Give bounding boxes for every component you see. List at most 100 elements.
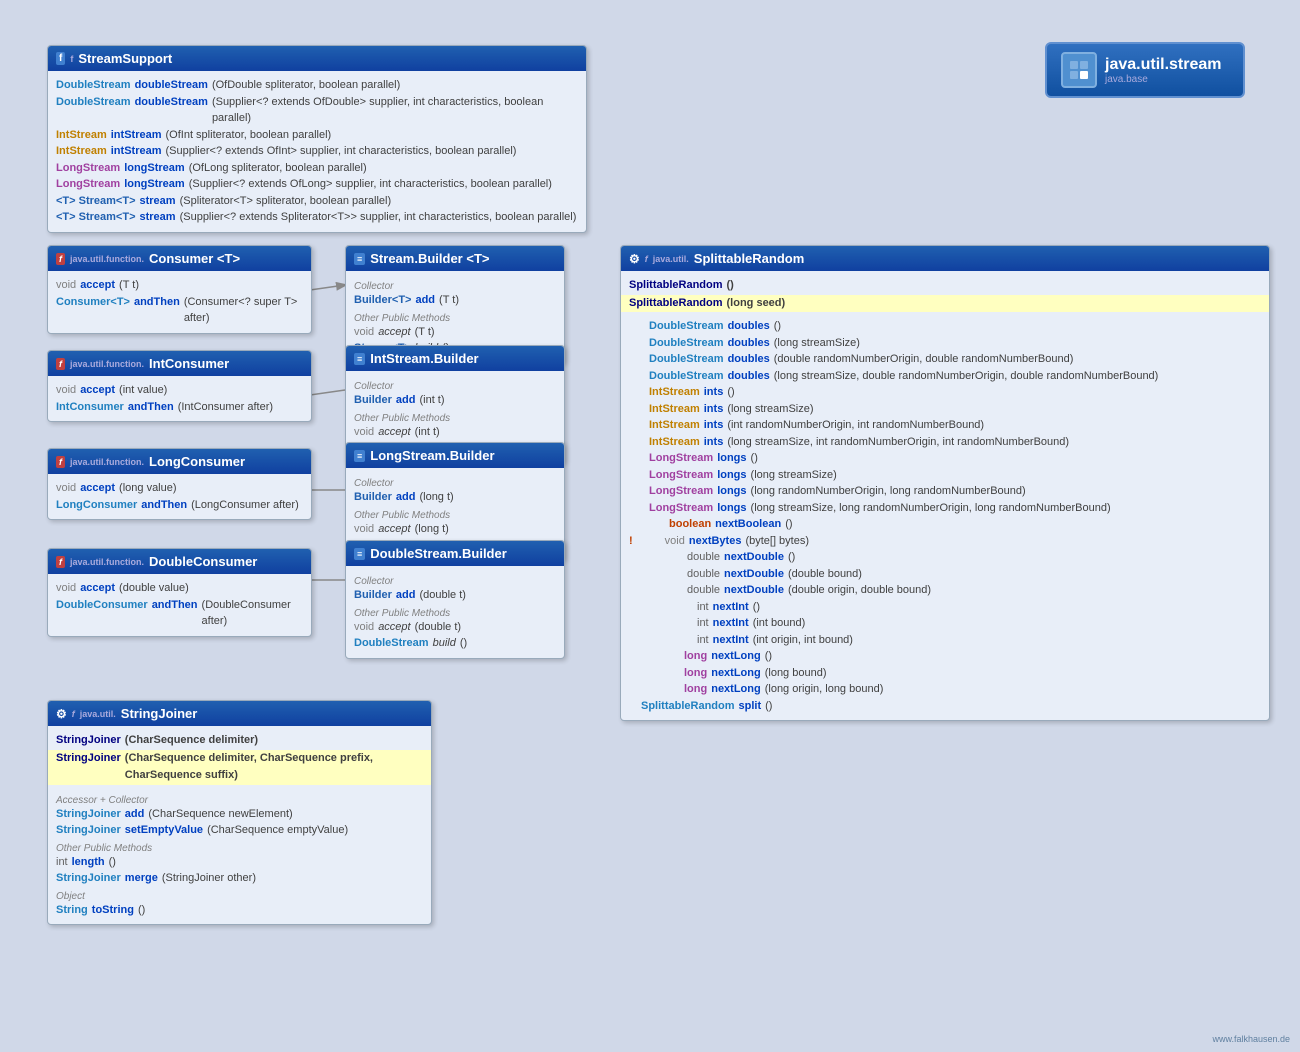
stream-badge-icon <box>1061 52 1097 88</box>
long-stream-builder-header: ≡ LongStream.Builder <box>346 443 564 468</box>
string-joiner-card: ⚙ f java.util. StringJoiner StringJoiner … <box>47 700 432 925</box>
splittable-random-body: SplittableRandom () SplittableRandom (lo… <box>621 271 1269 720</box>
method-row: Builder add (double t) <box>354 587 556 604</box>
method-row: Builder add (long t) <box>354 489 556 506</box>
method-row: int nextInt () <box>629 599 1261 616</box>
section-label-other: Other Public Methods <box>354 510 556 521</box>
method-row: int length () <box>56 854 423 871</box>
method-row: void accept (long t) <box>354 521 556 538</box>
constructor-row: StringJoiner (CharSequence delimiter) <box>56 732 423 750</box>
method-row: IntStream ints (long streamSize) <box>629 401 1261 418</box>
int-consumer-icon: f <box>56 358 65 370</box>
method-row: void accept (int value) <box>56 382 303 399</box>
stream-support-superscript: f <box>70 54 73 64</box>
int-consumer-header: f java.util.function. IntConsumer <box>48 351 311 376</box>
section-label-other: Other Public Methods <box>354 313 556 324</box>
method-row: void accept (double value) <box>56 580 303 597</box>
double-stream-builder-title: DoubleStream.Builder <box>370 546 507 561</box>
method-row: String toString () <box>56 902 423 919</box>
stream-badge: java.util.stream java.base <box>1045 42 1245 98</box>
stream-builder-icon: ≡ <box>354 253 365 265</box>
int-consumer-package: java.util.function. <box>70 359 144 369</box>
int-consumer-title: IntConsumer <box>149 356 229 371</box>
string-joiner-package: java.util. <box>80 709 116 719</box>
constructor-row: SplittableRandom () <box>629 277 1261 295</box>
int-stream-builder-icon: ≡ <box>354 353 365 365</box>
splittable-random-card: ⚙ f java.util.SplittableRandom Splittabl… <box>620 245 1270 721</box>
method-row: IntStream ints () <box>629 384 1261 401</box>
method-row: DoubleStream doubleStream (Supplier<? ex… <box>56 94 578 127</box>
method-row: <T> Stream<T> stream (Spliterator<T> spl… <box>56 193 578 210</box>
consumer-title: Consumer <T> <box>149 251 240 266</box>
method-row: StringJoiner setEmptyValue (CharSequence… <box>56 822 423 839</box>
string-joiner-gear-icon: ⚙ <box>56 707 67 721</box>
method-row: long nextLong () <box>629 648 1261 665</box>
long-consumer-card: f java.util.function. LongConsumer void a… <box>47 448 312 520</box>
method-row: Builder add (int t) <box>354 392 556 409</box>
method-row: void accept (int t) <box>354 424 556 441</box>
method-row: void accept (long value) <box>56 480 303 497</box>
long-consumer-package: java.util.function. <box>70 457 144 467</box>
int-consumer-body: void accept (int value) IntConsumer andT… <box>48 376 311 421</box>
method-row: LongStream longs (long randomNumberOrigi… <box>629 483 1261 500</box>
method-row: boolean nextBoolean () <box>629 516 1261 533</box>
method-row: void accept (double t) <box>354 619 556 636</box>
method-row: DoubleStream doubles (long streamSize, d… <box>629 368 1261 385</box>
int-stream-builder-title: IntStream.Builder <box>370 351 478 366</box>
method-row: int nextInt (int origin, int bound) <box>629 632 1261 649</box>
long-consumer-icon: f <box>56 456 65 468</box>
double-consumer-card: f java.util.function.DoubleConsumer void… <box>47 548 312 637</box>
stream-support-icon: f <box>56 52 65 65</box>
int-consumer-card: f java.util.function. IntConsumer void ac… <box>47 350 312 422</box>
stream-support-header: f f StreamSupport <box>48 46 586 71</box>
constructor-row-highlighted: SplittableRandom (long seed) <box>621 295 1269 313</box>
double-consumer-title: DoubleConsumer <box>149 554 257 569</box>
string-joiner-superscript: f <box>72 709 75 719</box>
method-row: Consumer<T> andThen (Consumer<? super T>… <box>56 294 303 327</box>
method-row-exclamation: ! void nextBytes (byte[] bytes) <box>629 533 1261 550</box>
long-stream-builder-icon: ≡ <box>354 450 365 462</box>
consumer-body: void accept (T t) Consumer<T> andThen (C… <box>48 271 311 333</box>
section-label-accessor-collector: Accessor + Collector <box>56 795 423 806</box>
stream-support-body: DoubleStream doubleStream (OfDouble spli… <box>48 71 586 232</box>
section-label-other-public: Other Public Methods <box>56 843 423 854</box>
string-joiner-title: StringJoiner <box>121 706 198 721</box>
double-consumer-body: void accept (double value) DoubleConsume… <box>48 574 311 636</box>
method-row: long nextLong (long origin, long bound) <box>629 681 1261 698</box>
string-joiner-header: ⚙ f java.util. StringJoiner <box>48 701 431 726</box>
method-row: double nextDouble (double bound) <box>629 566 1261 583</box>
long-consumer-title: LongConsumer <box>149 454 245 469</box>
method-row: LongStream longs () <box>629 450 1261 467</box>
method-row: DoubleConsumer andThen (DoubleConsumer a… <box>56 597 303 630</box>
section-label-collector: Collector <box>354 576 556 587</box>
method-row: int nextInt (int bound) <box>629 615 1261 632</box>
double-stream-builder-header: ≡ DoubleStream.Builder <box>346 541 564 566</box>
splittable-random-header: ⚙ f java.util.SplittableRandom <box>621 246 1269 271</box>
splittable-random-title: SplittableRandom <box>694 251 805 266</box>
method-row: StringJoiner merge (StringJoiner other) <box>56 870 423 887</box>
section-label-other: Other Public Methods <box>354 608 556 619</box>
string-joiner-body: StringJoiner (CharSequence delimiter) St… <box>48 726 431 924</box>
method-row: double nextDouble () <box>629 549 1261 566</box>
method-row: SplittableRandom split () <box>629 698 1261 715</box>
long-stream-builder-title: LongStream.Builder <box>370 448 494 463</box>
splittable-random-superscript: f <box>645 254 648 264</box>
method-row: long nextLong (long bound) <box>629 665 1261 682</box>
section-label-object: Object <box>56 891 423 902</box>
method-row: DoubleStream doubles (double randomNumbe… <box>629 351 1261 368</box>
double-stream-builder-body: Collector Builder add (double t) Other P… <box>346 566 564 658</box>
stream-builder-header: ≡ Stream.Builder <T> <box>346 246 564 271</box>
method-row: DoubleStream doubles () <box>629 318 1261 335</box>
method-row: LongStream longs (long streamSize) <box>629 467 1261 484</box>
method-row: IntStream ints (long streamSize, int ran… <box>629 434 1261 451</box>
method-row: IntStream ints (int randomNumberOrigin, … <box>629 417 1261 434</box>
double-consumer-icon: f <box>56 556 65 568</box>
method-row: DoubleStream build () <box>354 635 556 652</box>
stream-builder-title: Stream.Builder <T> <box>370 251 489 266</box>
method-row: Builder<T> add (T t) <box>354 292 556 309</box>
section-label-collector: Collector <box>354 478 556 489</box>
consumer-icon: f <box>56 253 65 265</box>
method-row: IntConsumer andThen (IntConsumer after) <box>56 399 303 416</box>
section-label-other: Other Public Methods <box>354 413 556 424</box>
double-stream-builder-card: ≡ DoubleStream.Builder Collector Builder… <box>345 540 565 659</box>
